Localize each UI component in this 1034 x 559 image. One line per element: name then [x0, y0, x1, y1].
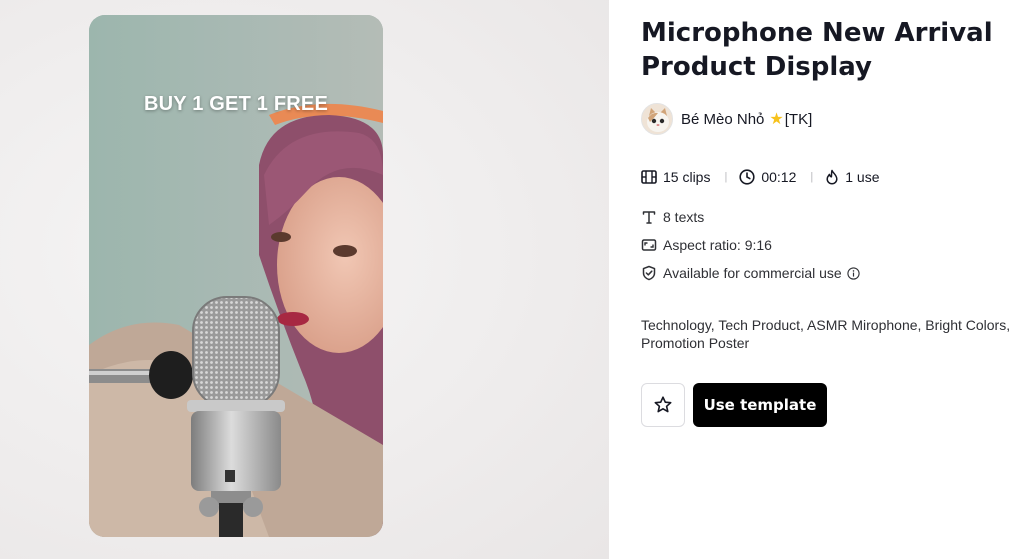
- preview-overlay-text: BUY 1 GET 1 FREE: [144, 93, 328, 115]
- aspect-ratio-meta: Aspect ratio: 9:16: [641, 235, 866, 255]
- film-icon: [641, 170, 657, 184]
- use-count: 1 use: [845, 169, 880, 185]
- texts-count: 8 texts: [663, 209, 705, 225]
- texts-meta: 8 texts: [641, 207, 866, 227]
- commercial-meta: Available for commercial use: [641, 263, 866, 283]
- stat-divider: |: [810, 171, 814, 183]
- template-stats: 15 clips | 00:12 | 1 use: [641, 168, 879, 186]
- uses-stat: 1 use: [825, 169, 879, 185]
- template-actions: Use template: [641, 383, 827, 427]
- template-meta: 8 texts Aspect ratio: 9:16 Available for…: [641, 207, 866, 291]
- stat-divider: |: [724, 171, 728, 183]
- clips-count: 15 clips: [663, 169, 711, 185]
- star-badge-icon: ★: [769, 111, 784, 128]
- avatar[interactable]: [641, 103, 673, 135]
- cat-avatar-icon: [642, 104, 672, 134]
- star-outline-icon: [654, 396, 672, 413]
- text-icon: [642, 211, 656, 224]
- shield-check-icon: [642, 265, 656, 281]
- author-name[interactable]: Bé Mèo Nhỏ ★ [TK]: [681, 109, 812, 129]
- favorite-button[interactable]: [641, 383, 685, 427]
- clips-stat: 15 clips: [641, 169, 710, 185]
- template-preview-video[interactable]: BUY 1 GET 1 FREE: [89, 15, 383, 537]
- clock-icon: [739, 169, 755, 185]
- author[interactable]: Bé Mèo Nhỏ ★ [TK]: [641, 103, 812, 135]
- commercial-use: Available for commercial use: [663, 265, 842, 281]
- duration-stat: 00:12: [739, 169, 796, 185]
- template-title: Microphone New Arrival Product Display: [641, 18, 993, 82]
- template-tags: Technology, Tech Product, ASMR Mirophone…: [641, 317, 1011, 351]
- preview-area: BUY 1 GET 1 FREE: [0, 0, 609, 559]
- duration: 00:12: [761, 169, 797, 185]
- use-template-button[interactable]: Use template: [693, 383, 827, 427]
- aspect-ratio-icon: [641, 239, 657, 251]
- flame-icon: [826, 169, 838, 185]
- author-name-text: Bé Mèo Nhỏ: [681, 110, 765, 128]
- author-suffix: [TK]: [784, 110, 813, 128]
- info-icon[interactable]: [847, 266, 860, 280]
- aspect-ratio: Aspect ratio: 9:16: [663, 237, 772, 253]
